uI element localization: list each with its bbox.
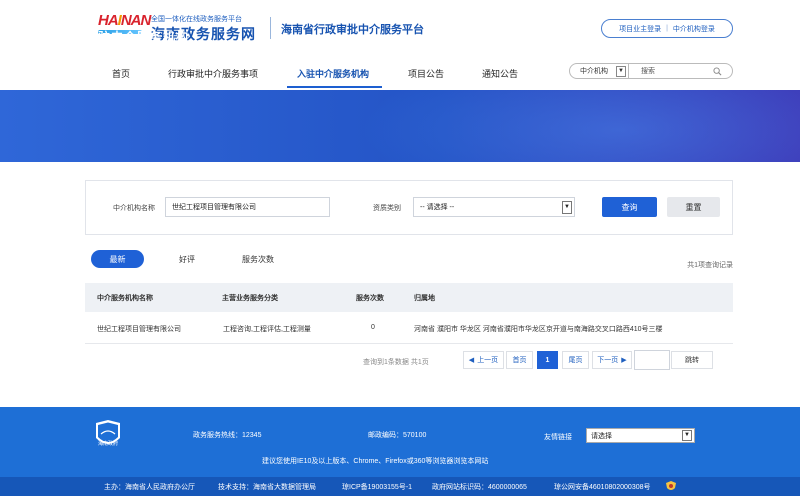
agency-login-link[interactable]: 中介机构登录 — [673, 24, 715, 34]
platform-title: 海南省行政审批中介服务平台 — [281, 24, 424, 36]
nav-active-indicator — [287, 86, 382, 88]
chevron-down-icon: ▼ — [682, 430, 692, 441]
column-header: 主营业务服务分类 — [222, 295, 278, 302]
police-record-link[interactable]: 琼公网安备46010802000308号 — [554, 482, 651, 492]
logo-text: HAINAN — [98, 12, 151, 29]
chevron-left-icon: ◀ — [468, 357, 475, 364]
logo-subtitle: 全国一体化在线政务服务平台 — [151, 16, 242, 23]
chevron-right-icon: ▶ — [621, 357, 627, 364]
last-page-button[interactable]: 尾页 — [562, 351, 589, 369]
page-title: 入驻中介服务机构 — [85, 30, 190, 44]
current-page[interactable]: 1 — [537, 351, 558, 369]
friendly-links-label: 友情链接 — [544, 434, 572, 441]
search-input[interactable]: 搜索 — [629, 63, 733, 79]
icp-link[interactable]: 琼ICP备19003155号-1 — [342, 482, 412, 492]
site-code-text: 政府网站标识码：4600000065 — [432, 484, 527, 491]
footer-bottom-bar: 主办：海南省人民政府办公厅 技术支持：海南省大数据管理局 琼ICP备190031… — [0, 477, 800, 496]
column-header: 服务次数 — [356, 295, 384, 302]
chevron-down-icon: ▼ — [616, 66, 626, 77]
query-button[interactable]: 查询 — [602, 197, 657, 217]
service-count-cell: 0 — [371, 324, 375, 331]
category-select[interactable]: -- 请选择 -- ▼ — [413, 197, 575, 217]
browser-tip: 建议您使用IE10及以上版本、Chrome、Firefox或360等浏览器浏览本… — [262, 458, 489, 465]
category-label: 资质类别 — [373, 205, 401, 212]
footer-logo-label: 海南政府 — [97, 441, 118, 447]
nav-project-notices[interactable]: 项目公告 — [408, 67, 444, 80]
service-hotline: 政务服务热线：12345 — [193, 432, 262, 439]
column-header: 归属地 — [414, 295, 435, 302]
police-badge-icon — [666, 481, 676, 490]
header-divider — [270, 17, 271, 39]
search-icon[interactable] — [713, 67, 722, 76]
agency-name-label: 中介机构名称 — [113, 205, 155, 212]
tab-rating[interactable]: 好评 — [168, 250, 206, 268]
chevron-down-icon: ▼ — [562, 201, 572, 214]
search-type-value: 中介机构 — [580, 68, 608, 75]
prev-page-button[interactable]: ◀ 上一页 — [463, 351, 504, 369]
nav-announcements[interactable]: 通知公告 — [482, 67, 518, 80]
tab-latest[interactable]: 最新 — [91, 250, 144, 268]
friendly-links-value: 请选择 — [591, 432, 612, 440]
pagination-info: 查询到1条数据 共1页 — [363, 359, 429, 366]
login-separator: | — [666, 25, 668, 32]
agency-name-input[interactable]: 世纪工程项目管理有限公司 — [165, 197, 330, 217]
nav-home[interactable]: 首页 — [112, 67, 130, 80]
nav-agencies[interactable]: 入驻中介服务机构 — [297, 67, 369, 80]
postal-code: 邮政编码：570100 — [368, 432, 427, 439]
table-row[interactable]: 世纪工程项目管理有限公司 工程咨询,工程评估,工程测量 0 河南省 濮阳市 华龙… — [85, 312, 733, 344]
business-category-cell: 工程咨询,工程评估,工程测量 — [223, 326, 311, 333]
search-placeholder: 搜索 — [641, 68, 655, 75]
search-type-select[interactable]: 中介机构 ▼ — [569, 63, 629, 79]
login-box: 项目业主登录 | 中介机构登录 — [601, 19, 733, 38]
go-page-button[interactable]: 跳转 — [671, 351, 713, 369]
page-banner — [0, 90, 800, 162]
table-header: 中介服务机构名称 主营业务服务分类 服务次数 归属地 — [85, 283, 733, 312]
owner-login-link[interactable]: 项目业主登录 — [619, 24, 661, 34]
friendly-links-select[interactable]: 请选择 ▼ — [586, 428, 695, 443]
tab-service-count[interactable]: 服务次数 — [234, 250, 282, 268]
sponsor-text: 主办：海南省人民政府办公厅 — [104, 484, 195, 491]
tech-support-text: 技术支持：海南省大数据管理局 — [218, 484, 316, 491]
next-page-button[interactable]: 下一页 ▶ — [592, 351, 632, 369]
page-number-input[interactable] — [634, 350, 670, 370]
column-header: 中介服务机构名称 — [97, 295, 153, 302]
agency-name-cell[interactable]: 世纪工程项目管理有限公司 — [97, 324, 181, 334]
location-cell: 河南省 濮阳市 华龙区 河南省濮阳市华龙区京开道与南海路交叉口路西410号三楼 — [414, 326, 663, 333]
reset-button[interactable]: 重置 — [667, 197, 720, 217]
first-page-button[interactable]: 首页 — [506, 351, 533, 369]
category-value: -- 请选择 -- — [420, 204, 455, 211]
result-count: 共1项查询记录 — [687, 262, 733, 269]
nav-services[interactable]: 行政审批中介服务事项 — [168, 67, 258, 80]
